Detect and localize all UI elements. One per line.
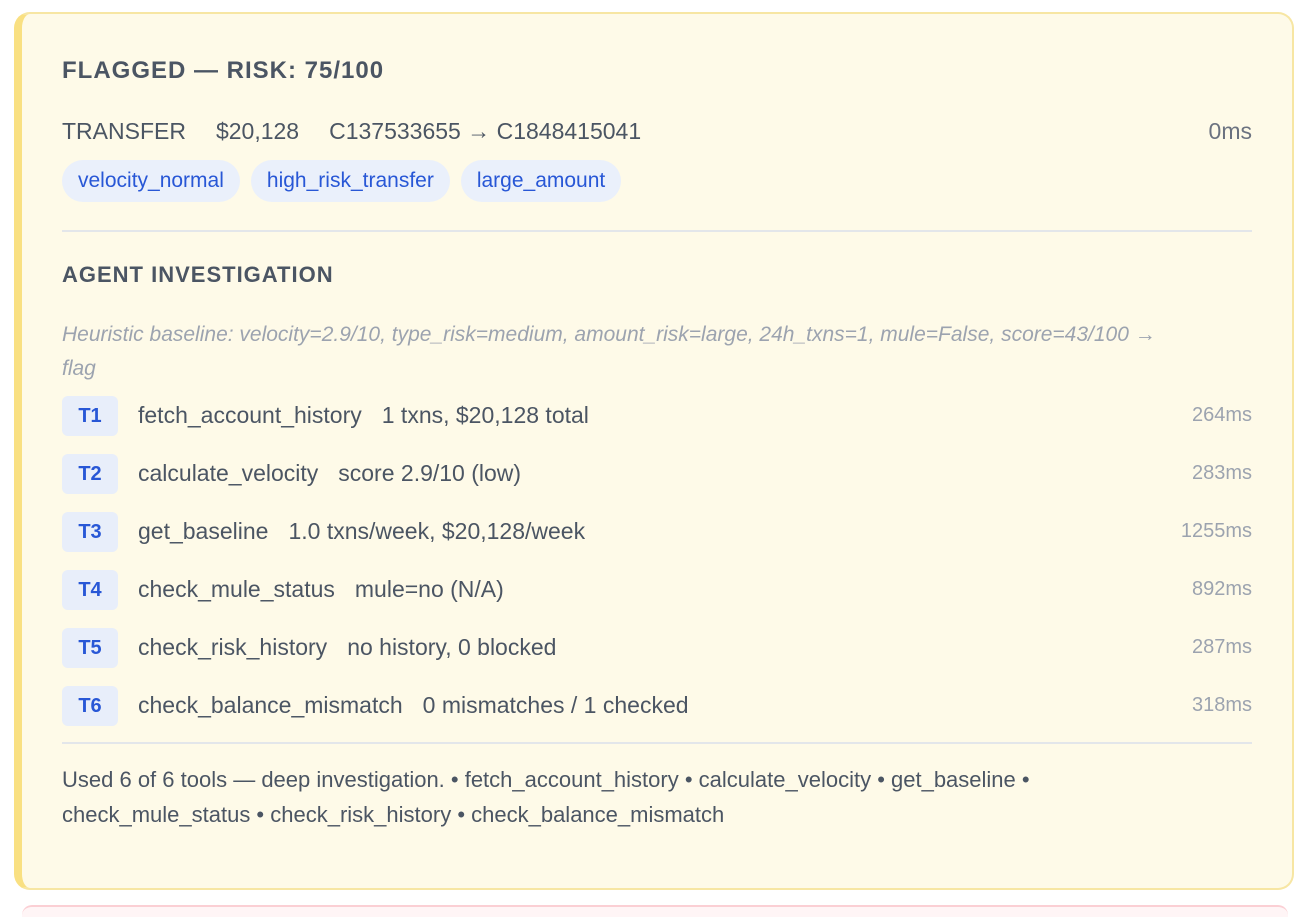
investigation-heading: AGENT INVESTIGATION bbox=[62, 262, 334, 287]
tool-result: 1 txns, $20,128 total bbox=[381, 402, 589, 428]
risk-tag: velocity_normal bbox=[62, 160, 240, 202]
tool-time: 283ms bbox=[1191, 462, 1252, 484]
tool-list: T1 fetch_account_history 1 txns, $20,128… bbox=[62, 394, 1252, 727]
tool-time: 892ms bbox=[1191, 578, 1252, 600]
transaction-summary-row: TRANSFER $20,128 C137533655 → C184841504… bbox=[62, 116, 1252, 146]
investigation-summary: Used 6 of 6 tools — deep investigation. … bbox=[62, 767, 1030, 827]
transaction-latency: 0ms bbox=[1208, 117, 1252, 144]
tool-name: fetch_account_history bbox=[138, 402, 362, 428]
tool-time: 1255ms bbox=[1180, 520, 1252, 542]
tool-id-badge: T6 bbox=[62, 685, 118, 726]
card-title: FLAGGED — RISK: 75/100 bbox=[62, 57, 385, 84]
next-card-edge bbox=[22, 905, 1288, 917]
tool-time: 318ms bbox=[1191, 694, 1252, 716]
tool-result: 0 mismatches / 1 checked bbox=[422, 692, 689, 718]
tool-row: T6 check_balance_mismatch 0 mismatches /… bbox=[62, 684, 1252, 727]
heuristic-baseline: Heuristic baseline: velocity=2.9/10, typ… bbox=[62, 323, 1156, 380]
tool-row: T2 calculate_velocity score 2.9/10 (low)… bbox=[62, 452, 1252, 495]
risk-tag: large_amount bbox=[460, 160, 622, 202]
risk-tags: velocity_normal high_risk_transfer large… bbox=[62, 160, 1252, 202]
transaction-amount: $20,128 bbox=[215, 117, 300, 144]
tool-id-badge: T2 bbox=[62, 453, 118, 494]
divider bbox=[62, 742, 1252, 744]
tool-id-badge: T4 bbox=[62, 569, 118, 610]
tool-name: check_risk_history bbox=[138, 634, 328, 660]
transaction-type: TRANSFER bbox=[62, 117, 186, 144]
tool-id-badge: T5 bbox=[62, 627, 118, 668]
transaction-route: C137533655 → C1848415041 bbox=[329, 117, 642, 144]
tool-time: 264ms bbox=[1191, 404, 1252, 426]
tool-result: 1.0 txns/week, $20,128/week bbox=[288, 518, 586, 544]
tool-name: calculate_velocity bbox=[138, 460, 319, 486]
tool-row: T4 check_mule_status mule=no (N/A) 892ms bbox=[62, 568, 1252, 611]
risk-tag: high_risk_transfer bbox=[250, 160, 450, 202]
tool-name: check_mule_status bbox=[138, 576, 335, 602]
tool-result: mule=no (N/A) bbox=[354, 576, 504, 602]
tool-result: no history, 0 blocked bbox=[347, 634, 557, 660]
tool-row: T5 check_risk_history no history, 0 bloc… bbox=[62, 626, 1252, 669]
tool-name: get_baseline bbox=[138, 518, 269, 544]
divider bbox=[62, 230, 1252, 232]
tool-name: check_balance_mismatch bbox=[138, 692, 403, 718]
tool-row: T3 get_baseline 1.0 txns/week, $20,128/w… bbox=[62, 510, 1252, 553]
tool-row: T1 fetch_account_history 1 txns, $20,128… bbox=[62, 394, 1252, 437]
flagged-transaction-card: FLAGGED — RISK: 75/100 TRANSFER $20,128 … bbox=[14, 12, 1294, 890]
tool-id-badge: T1 bbox=[62, 395, 118, 436]
tool-id-badge: T3 bbox=[62, 511, 118, 552]
tool-time: 287ms bbox=[1191, 636, 1252, 658]
tool-result: score 2.9/10 (low) bbox=[338, 460, 522, 486]
